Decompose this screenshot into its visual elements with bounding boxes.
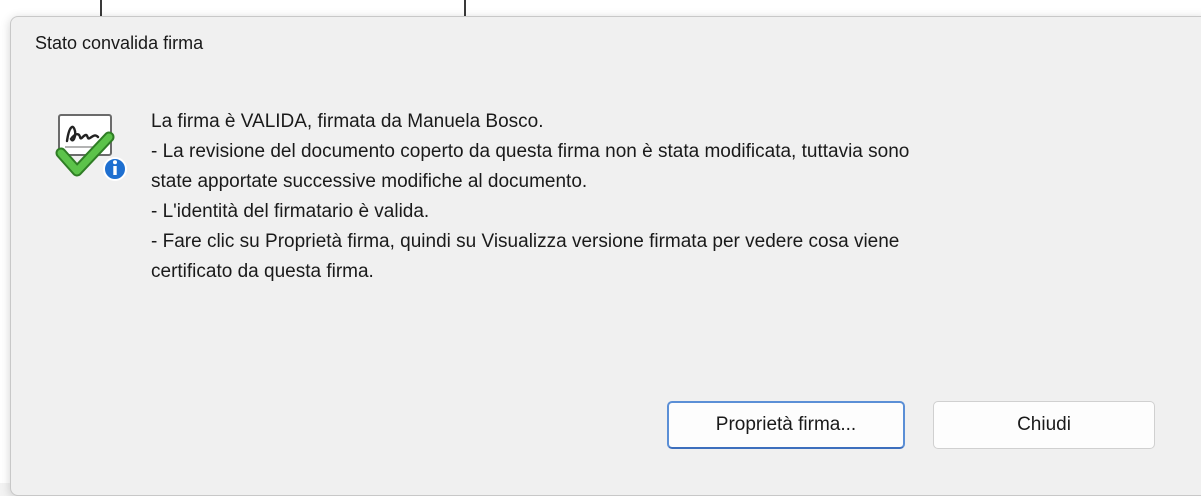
background-divider [464,0,466,16]
validation-message: La firma è VALIDA, firmata da Manuela Bo… [151,107,1151,287]
dialog-title: Stato convalida firma [35,33,204,53]
dialog-content: La firma è VALIDA, firmata da Manuela Bo… [53,107,1163,337]
message-line: state apportate successive modifiche al … [151,171,588,192]
message-line: - Fare clic su Proprietà firma, quindi s… [151,231,900,252]
signature-properties-button[interactable]: Proprietà firma... [667,401,905,449]
message-line: - La revisione del documento coperto da … [151,141,910,162]
dialog-title-bar[interactable]: Stato convalida firma [11,17,1201,73]
message-line: La firma è VALIDA, firmata da Manuela Bo… [151,111,544,132]
background-divider [100,0,102,16]
message-line: - L'identità del firmatario è valida. [151,201,430,222]
signature-validation-dialog: Stato convalida firma La firma è VALIDA,… [10,16,1201,496]
close-button[interactable]: Chiudi [933,401,1155,449]
signature-valid-icon [55,114,127,181]
message-line: certificato da questa firma. [151,261,374,282]
background-window-strip [0,0,1201,16]
